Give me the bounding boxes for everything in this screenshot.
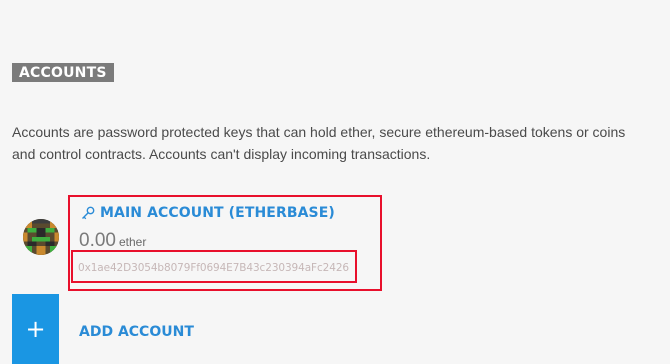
account-balance-row: 0.00 ether xyxy=(79,230,146,252)
description-line-1: Accounts are password protected keys tha… xyxy=(12,124,626,140)
account-name[interactable]: MAIN ACCOUNT (ETHERBASE) xyxy=(100,205,335,221)
plus-icon: + xyxy=(25,315,46,343)
section-heading-accounts: ACCOUNTS xyxy=(12,63,114,82)
balance-unit: ether xyxy=(118,235,147,249)
account-name-row[interactable]: MAIN ACCOUNT (ETHERBASE) xyxy=(80,205,335,221)
accounts-description: Accounts are password protected keys tha… xyxy=(12,121,670,165)
add-account-button[interactable]: + xyxy=(12,294,59,364)
account-balance: 0.00 xyxy=(79,230,116,251)
description-line-2: and control contracts. Accounts can't di… xyxy=(12,146,431,162)
add-account-label[interactable]: ADD ACCOUNT xyxy=(79,324,194,340)
key-icon xyxy=(80,205,96,221)
account-address: 0x1ae42D3054b8079Ff0694E7B43c230394aFc24… xyxy=(78,262,349,274)
avatar xyxy=(23,219,59,255)
